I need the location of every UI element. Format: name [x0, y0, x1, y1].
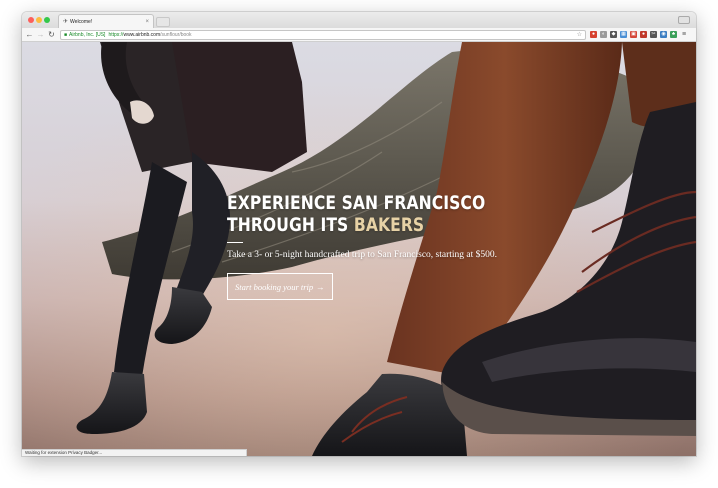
minimize-window-button[interactable] [36, 17, 42, 23]
lock-icon: ■ [64, 31, 68, 38]
hero-subtitle: Take a 3- or 5-night handcrafted trip to… [227, 250, 498, 260]
url-scheme: https:// [108, 31, 124, 38]
scissors-icon[interactable]: ✂ [650, 31, 657, 38]
address-bar[interactable]: ■ Airbnb, Inc. [US] https://www.airbnb.c… [60, 29, 586, 40]
tab-title: Welcome! [70, 18, 93, 25]
maximize-window-button[interactable] [44, 17, 50, 23]
extension-icons: ● ◐ ◆ ▦ ▣ ● ✂ ◉ ♣ [590, 31, 680, 38]
privacy-badger-icon[interactable]: ● [590, 31, 597, 38]
browser-toolbar: ← → ↻ ■ Airbnb, Inc. [US] https://www.ai… [22, 28, 696, 42]
profile-button[interactable] [678, 16, 690, 24]
url-path: /sunflour/book [160, 31, 192, 38]
certificate-label: Airbnb, Inc. [US] [69, 31, 106, 38]
start-booking-button[interactable]: Start booking your trip → [227, 273, 333, 300]
headline-accent-word: BAKERS [353, 214, 425, 236]
new-tab-button[interactable] [156, 17, 170, 27]
browser-tab-active[interactable]: ✈ Welcome! × [58, 14, 154, 28]
status-bar: Waiting for extension Privacy Badger... [22, 449, 247, 456]
title-bar: ✈ Welcome! × [22, 12, 696, 28]
adblock-icon[interactable]: ◐ [600, 31, 607, 38]
bookmark-star-icon[interactable]: ☆ [577, 31, 582, 38]
headline-divider [227, 242, 243, 243]
headline-line-1: EXPERIENCE SAN FRANCISCO [227, 192, 486, 214]
tab-favicon-icon: ✈ [63, 19, 69, 25]
gmail-icon[interactable]: ▣ [630, 31, 637, 38]
ghostery-icon[interactable]: ◉ [660, 31, 667, 38]
hero-headline: EXPERIENCE SAN FRANCISCO THROUGH ITS BAK… [227, 192, 486, 236]
grid-icon[interactable]: ▦ [620, 31, 627, 38]
tab-close-icon[interactable]: × [145, 19, 149, 25]
start-booking-label: Start booking your trip [235, 281, 314, 292]
headline-line-2: THROUGH ITS BAKERS [227, 214, 473, 236]
leaf-icon[interactable]: ♣ [670, 31, 677, 38]
lastpass-icon[interactable]: ● [640, 31, 647, 38]
arrow-right-icon: → [316, 281, 325, 292]
hero-content: EXPERIENCE SAN FRANCISCO THROUGH ITS BAK… [227, 192, 527, 300]
pocket-icon[interactable]: ◆ [610, 31, 617, 38]
headline-line-2-prefix: THROUGH ITS [227, 214, 354, 236]
url-host: www.airbnb.com [123, 31, 161, 38]
reload-icon[interactable]: ↻ [46, 28, 57, 42]
back-icon[interactable]: ← [24, 28, 35, 42]
close-window-button[interactable] [28, 17, 34, 23]
browser-menu-icon[interactable]: ≡ [682, 31, 686, 38]
browser-window: ✈ Welcome! × ← → ↻ ■ Airbnb, Inc. [US] h… [22, 12, 696, 456]
page-viewport: EXPERIENCE SAN FRANCISCO THROUGH ITS BAK… [22, 42, 696, 456]
forward-icon[interactable]: → [35, 28, 46, 42]
